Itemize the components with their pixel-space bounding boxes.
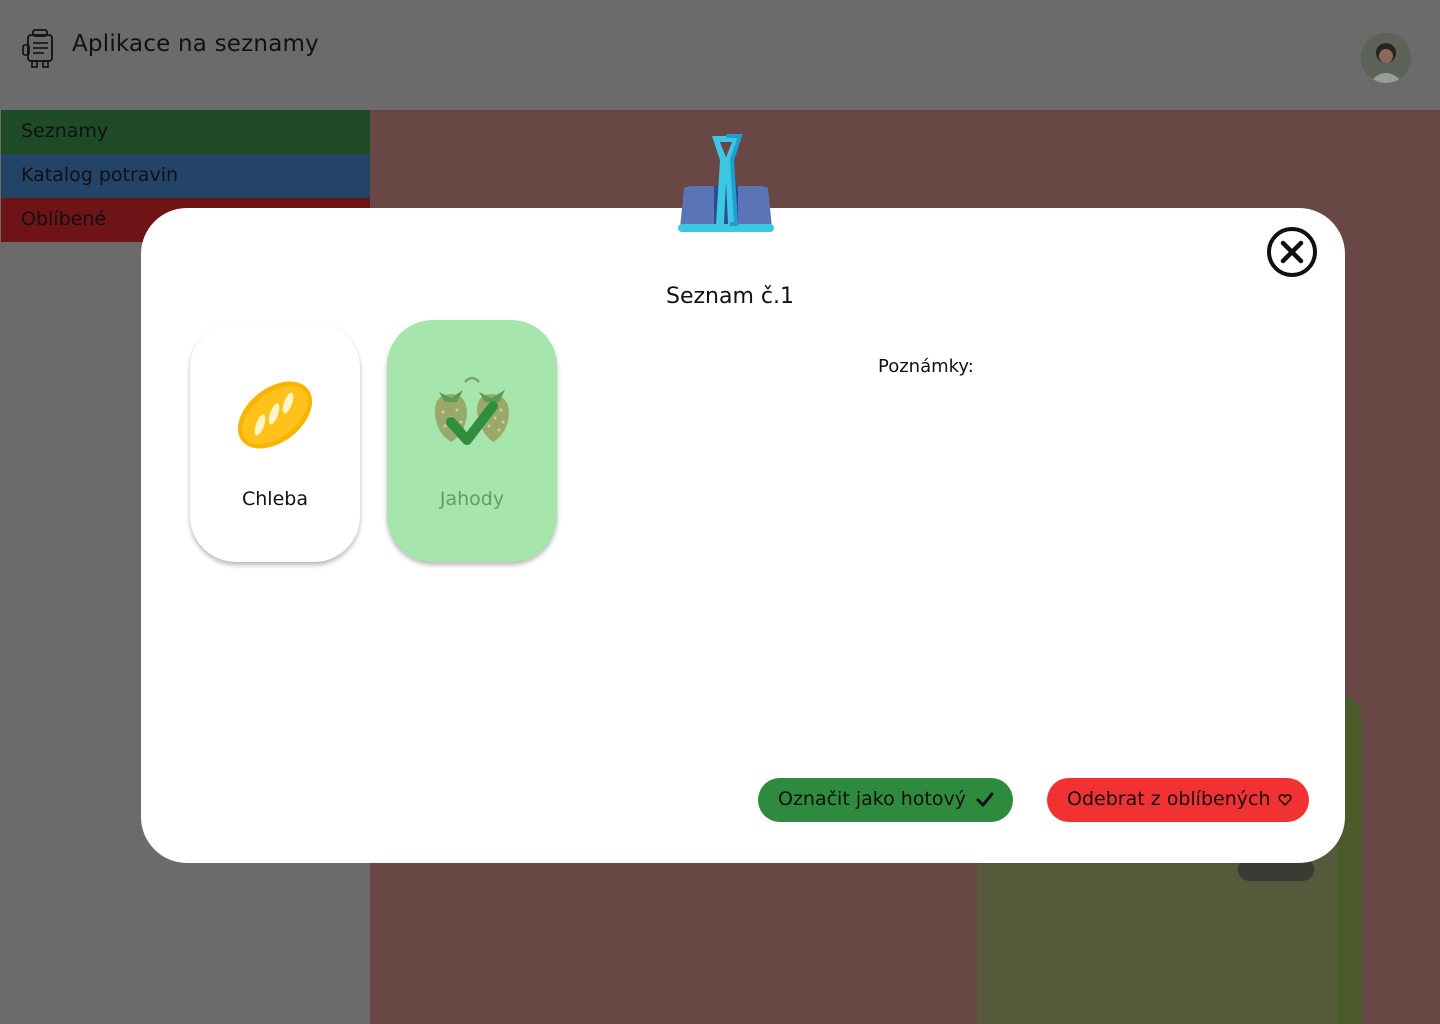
user-avatar[interactable]	[1361, 33, 1411, 83]
robot-list-icon	[22, 29, 53, 68]
close-circle-icon[interactable]	[1266, 226, 1318, 278]
avatar-photo-icon	[1361, 33, 1411, 83]
binder-clip-icon	[678, 134, 774, 232]
list-item-card[interactable]: Chleba	[190, 322, 360, 562]
heart-icon	[1278, 793, 1292, 806]
top-header: Aplikace na seznamy	[0, 0, 1440, 110]
app-page: Aplikace na seznamy Seznamy Katalog potr…	[0, 0, 1440, 1024]
sidebar-item-seznamy[interactable]: Seznamy	[1, 110, 370, 154]
item-label: Chleba	[242, 488, 308, 510]
mark-done-label: Označit jako hotový	[778, 788, 966, 810]
remove-favorite-label: Odebrat z oblíbených	[1067, 788, 1271, 810]
sidebar-item-label: Oblíbené	[21, 208, 107, 230]
strawberry-icon	[435, 376, 509, 445]
list-item-card-done[interactable]: Jahody	[387, 320, 557, 562]
app-title: Aplikace na seznamy	[72, 31, 319, 57]
remove-favorite-button[interactable]: Odebrat z oblíbených	[1047, 778, 1309, 822]
modal-title: Seznam č.1	[666, 284, 794, 309]
checkmark-icon	[976, 792, 994, 806]
sidebar-item-label: Katalog potravin	[21, 164, 179, 186]
item-label: Jahody	[439, 488, 505, 510]
notes-label: Poznámky:	[878, 356, 974, 377]
mark-done-button[interactable]: Označit jako hotový	[758, 778, 1013, 822]
sidebar-item-label: Seznamy	[21, 120, 109, 142]
bread-icon	[237, 381, 313, 449]
sidebar-item-katalog[interactable]: Katalog potravin	[1, 154, 370, 198]
